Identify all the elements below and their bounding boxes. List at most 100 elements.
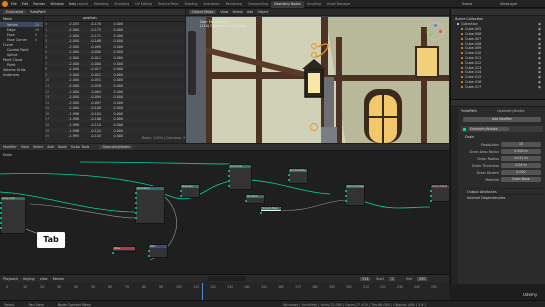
node-transform[interactable]: Transform: [245, 194, 265, 204]
property-value-field[interactable]: Drain Base: [501, 177, 541, 182]
node-socket[interactable]: [0, 202, 2, 204]
node-set-position[interactable]: Set Position: [135, 186, 165, 224]
subpanel-internal-dependencies[interactable]: Internal Dependencies: [463, 194, 543, 200]
node-socket[interactable]: [135, 207, 137, 209]
node-socket[interactable]: [112, 252, 114, 254]
node-socket[interactable]: [245, 200, 247, 202]
outliner-item-cube-017[interactable]: Cube.017 ◉: [451, 84, 545, 89]
node-join-geometry[interactable]: Join Geometry: [288, 168, 308, 184]
node-value[interactable]: Value: [112, 246, 136, 254]
timeline[interactable]: Playback Keying View Marker 114 Start 1 End…: [0, 274, 449, 301]
node-socket[interactable]: [0, 212, 2, 214]
playhead[interactable]: [202, 283, 203, 301]
menu-render[interactable]: Render: [33, 2, 45, 6]
node-socket[interactable]: [228, 185, 230, 187]
sidebar-item-vertex[interactable]: Vertex 28: [0, 22, 43, 27]
start-frame-field[interactable]: 1: [389, 276, 396, 281]
viewport-menu-view[interactable]: View: [220, 10, 228, 14]
node-group-input[interactable]: Group Input: [0, 196, 26, 234]
end-frame-field[interactable]: 250: [417, 276, 428, 281]
eye-icon[interactable]: ◉: [538, 27, 541, 31]
view-layer-selector[interactable]: ViewLayer: [500, 2, 518, 6]
node-set-curve-radius[interactable]: Set Curve Radius: [345, 184, 365, 206]
node-group-output[interactable]: Group Output: [430, 184, 449, 202]
node-socket[interactable]: [228, 175, 230, 177]
node-socket[interactable]: [0, 227, 2, 229]
node-socket[interactable]: [345, 195, 347, 197]
blender-logo-icon[interactable]: [2, 1, 8, 7]
sidebar-item-face[interactable]: Face 0: [0, 32, 43, 37]
workspace-tab-modeling[interactable]: Modeling: [91, 1, 112, 8]
node-socket[interactable]: [135, 212, 137, 214]
geometry-node-editor[interactable]: Modifier View Select Add Node Turbo Tools Geo…: [0, 144, 449, 274]
workspace-tab-layout[interactable]: Layout: [74, 1, 91, 8]
mode-dropdown[interactable]: Object Mode: [189, 10, 217, 14]
node-resample[interactable]: Resample: [180, 184, 200, 198]
node-socket[interactable]: [228, 170, 230, 172]
node-socket[interactable]: [0, 222, 2, 224]
sidebar-item-instances[interactable]: Instances: [0, 72, 43, 77]
eye-icon[interactable]: ◉: [538, 56, 541, 60]
sidebar-item-edge[interactable]: Edge 26: [0, 27, 43, 32]
workspace-tab-shading[interactable]: Shading: [181, 1, 200, 8]
node-menu-modifier[interactable]: Modifier: [3, 145, 17, 149]
eye-icon[interactable]: ◉: [538, 61, 541, 65]
node-socket[interactable]: [180, 190, 182, 192]
property-value-field[interactable]: 15: [501, 142, 541, 147]
eye-icon[interactable]: ◉: [538, 85, 541, 89]
property-value-field[interactable]: 0.500 m: [501, 149, 541, 154]
workspace-tab-rendering[interactable]: Rendering: [223, 1, 245, 8]
eye-icon[interactable]: ◉: [538, 51, 541, 55]
node-socket[interactable]: [430, 195, 432, 197]
eye-icon[interactable]: ◉: [538, 66, 541, 70]
node-socket[interactable]: [135, 217, 137, 219]
node-socket[interactable]: [0, 217, 2, 219]
node-socket[interactable]: [135, 192, 137, 194]
timeline-menu-view[interactable]: View: [40, 277, 48, 281]
workspace-tab-animation[interactable]: Animation: [200, 1, 222, 8]
node-socket[interactable]: [288, 179, 290, 181]
timeline-menu-playback[interactable]: Playback: [3, 277, 18, 281]
sidebar-item-face-corner[interactable]: Face Corner 0: [0, 37, 43, 42]
eye-icon[interactable]: ◉: [538, 42, 541, 46]
node-socket[interactable]: [260, 212, 262, 214]
timeline-menu-keying[interactable]: Keying: [23, 277, 34, 281]
node-menu-add[interactable]: Add: [47, 145, 54, 149]
node-socket[interactable]: [430, 200, 432, 202]
node-menu-turbo-tools[interactable]: Turbo Tools: [71, 145, 90, 149]
3d-viewport[interactable]: Object Mode View Select Add Object User Per…: [186, 9, 449, 143]
workspace-tab-scripting[interactable]: Scripting: [304, 1, 324, 8]
properties-tab-column[interactable]: [451, 108, 458, 285]
eye-icon[interactable]: ◉: [538, 32, 541, 36]
workspace-tab-asset-manager[interactable]: Asset Manager: [324, 1, 354, 8]
tool-shelf[interactable]: [188, 31, 196, 95]
navigation-gizmo-icon[interactable]: [426, 22, 444, 40]
viewport-menu-object[interactable]: Object: [257, 10, 268, 14]
timeline-menu-marker[interactable]: Marker: [53, 277, 65, 281]
node-socket[interactable]: [430, 190, 432, 192]
eye-icon[interactable]: ◉: [538, 46, 541, 50]
workspace-tab-uv-editing[interactable]: UV Editing: [132, 1, 155, 8]
node-curve-line[interactable]: Curve Line: [228, 164, 252, 190]
eye-icon[interactable]: ◉: [538, 80, 541, 84]
eye-icon[interactable]: ◉: [538, 37, 541, 41]
node-socket[interactable]: [288, 174, 290, 176]
viewport-menu-select[interactable]: Select: [232, 10, 242, 14]
current-frame-field[interactable]: 114: [360, 276, 371, 281]
node-socket[interactable]: [0, 207, 2, 209]
eye-icon[interactable]: ◉: [538, 70, 541, 74]
workspace-tab-geometry-nodes[interactable]: Geometry Nodes: [270, 1, 304, 8]
property-value-field[interactable]: 0.010: [501, 170, 541, 175]
node-socket[interactable]: [180, 195, 182, 197]
scene-selector[interactable]: Scene: [462, 2, 472, 6]
property-value-field[interactable]: 0.04 m: [501, 163, 541, 168]
workspace-tab-compositing[interactable]: Compositing: [245, 1, 271, 8]
spreadsheet-mode-dropdown[interactable]: Evaluated: [3, 10, 26, 14]
node-menu-select[interactable]: Select: [33, 145, 43, 149]
node-curve-to-mesh[interactable]: Curve to Mesh: [260, 206, 282, 214]
node-menu-view[interactable]: View: [21, 145, 29, 149]
eye-icon[interactable]: ◉: [538, 22, 541, 26]
node-menu-node[interactable]: Node: [58, 145, 67, 149]
eye-icon[interactable]: ◉: [538, 75, 541, 79]
menu-file[interactable]: File: [11, 2, 17, 6]
